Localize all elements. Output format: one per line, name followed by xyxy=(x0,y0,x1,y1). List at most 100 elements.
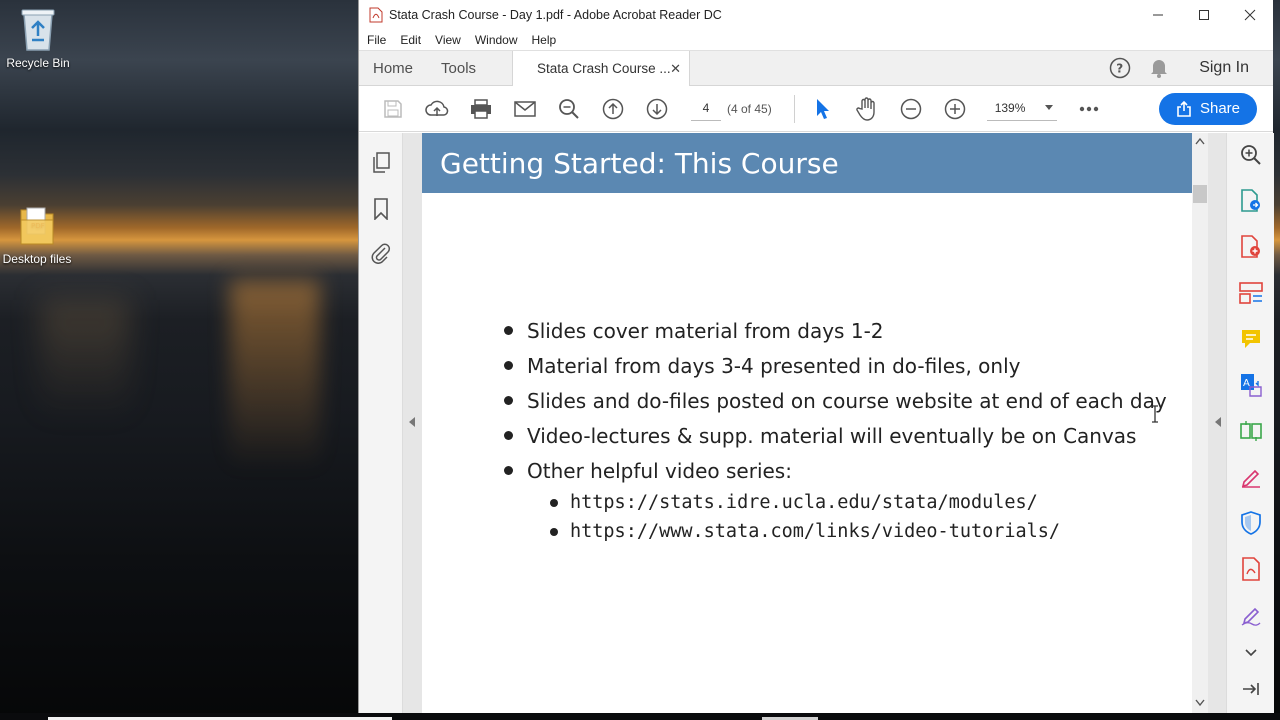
svg-text:A: A xyxy=(1243,378,1250,389)
desktop-icon-desktop-files[interactable]: PDF Desktop files xyxy=(0,204,77,266)
scroll-down-icon[interactable] xyxy=(1195,699,1205,707)
create-pdf-button[interactable] xyxy=(1237,233,1265,261)
close-window-button[interactable] xyxy=(1227,0,1273,30)
bookmarks-button[interactable] xyxy=(367,195,395,223)
bullet-text: Other helpful video series: xyxy=(527,458,792,483)
search-tool-button[interactable] xyxy=(1237,141,1265,169)
close-tab-icon[interactable]: ✕ xyxy=(670,61,681,77)
svg-text:?: ? xyxy=(1116,62,1123,76)
collapse-tools-pane-button[interactable] xyxy=(1237,675,1265,703)
text-cursor-icon xyxy=(1152,405,1158,423)
acrobat-pdf-icon xyxy=(369,7,383,23)
zoom-in-button[interactable] xyxy=(933,89,977,129)
scrollbar-thumb[interactable] xyxy=(1193,185,1207,203)
upload-cloud-button[interactable] xyxy=(415,89,459,129)
sign-in-link[interactable]: Sign In xyxy=(1199,59,1249,77)
zoom-out-button[interactable] xyxy=(889,89,933,129)
tab-bar: Home Tools Stata Crash Course ... ✕ ? Si… xyxy=(359,50,1273,86)
recycle-bin-icon xyxy=(21,9,55,51)
comment-icon xyxy=(1242,330,1260,348)
request-signature-button[interactable] xyxy=(1237,601,1265,629)
minimize-button[interactable] xyxy=(1135,0,1181,30)
envelope-icon xyxy=(514,100,536,117)
create-pdf-icon xyxy=(1241,235,1260,258)
export-pdf-button[interactable] xyxy=(1237,187,1265,215)
url-text[interactable]: https://stats.idre.ucla.edu/stata/module… xyxy=(570,492,1038,513)
tab-home[interactable]: Home xyxy=(359,51,427,85)
signature-pen-icon xyxy=(1241,607,1261,626)
arrow-up-circle-icon xyxy=(602,98,624,119)
attachments-button[interactable] xyxy=(367,239,395,267)
find-button[interactable] xyxy=(547,89,591,129)
bullet-text: Material from days 3-4 presented in do-f… xyxy=(527,353,1021,378)
menu-help[interactable]: Help xyxy=(532,33,557,47)
collapse-left-pane-icon[interactable] xyxy=(407,415,417,429)
zoom-level-value: 139% xyxy=(994,101,1026,115)
more-icon xyxy=(1079,106,1098,111)
url-text[interactable]: https://www.stata.com/links/video-tutori… xyxy=(570,521,1060,542)
protect-button[interactable] xyxy=(1237,509,1265,537)
page-count-label: (4 of 45) xyxy=(727,101,772,116)
hand-tool-button[interactable] xyxy=(845,89,889,129)
sub-list-item: https://stats.idre.ucla.edu/stata/module… xyxy=(550,488,1184,517)
menu-file[interactable]: File xyxy=(367,33,386,47)
help-icon[interactable]: ? xyxy=(1109,57,1131,79)
more-tools-expand-button[interactable] xyxy=(1237,639,1265,667)
more-tools-button[interactable] xyxy=(1067,89,1111,129)
slide-bullet-list: Slides cover material from days 1-2 Mate… xyxy=(504,313,1184,546)
menu-edit[interactable]: Edit xyxy=(400,33,421,47)
page-thumbnails-button[interactable] xyxy=(367,149,395,177)
tab-tools[interactable]: Tools xyxy=(427,51,490,85)
bullet-dot xyxy=(504,466,513,475)
convert-button[interactable]: A xyxy=(1237,371,1265,399)
save-button[interactable] xyxy=(371,89,415,129)
collapse-right-pane-icon[interactable] xyxy=(1213,415,1223,429)
right-tools-pane: A xyxy=(1226,133,1274,713)
fill-sign-button[interactable] xyxy=(1237,463,1265,491)
cloud-upload-icon xyxy=(425,100,449,116)
hand-icon xyxy=(856,96,875,121)
page-number-input[interactable]: 4 xyxy=(691,97,721,121)
menu-bar: File Edit View Window Help xyxy=(359,30,1273,50)
zoom-level-select[interactable]: 139% xyxy=(986,97,1057,121)
export-pdf-icon xyxy=(1241,189,1260,212)
menu-view[interactable]: View xyxy=(435,33,461,47)
select-tool-button[interactable] xyxy=(801,89,845,129)
folder-pdf-icon: PDF xyxy=(20,207,54,245)
acrobat-pdf-tool-button[interactable] xyxy=(1237,555,1265,583)
organize-pages-icon xyxy=(1240,421,1262,441)
tab-document[interactable]: Stata Crash Course ... ✕ xyxy=(512,51,691,86)
print-button[interactable] xyxy=(459,89,503,129)
pdf-page: Getting Started: This Course Slides cove… xyxy=(422,133,1192,713)
recycle-bin-label: Recycle Bin xyxy=(6,56,70,70)
sunset-reflection xyxy=(230,280,320,470)
plus-circle-icon xyxy=(944,98,965,119)
scroll-up-icon[interactable] xyxy=(1195,137,1205,145)
minus-circle-icon xyxy=(900,98,921,119)
bullet-dot xyxy=(550,527,558,536)
slide-title: Getting Started: This Course xyxy=(422,133,1192,193)
list-item: Slides and do-files posted on course web… xyxy=(504,383,1184,418)
close-icon xyxy=(1244,9,1256,21)
maximize-button[interactable] xyxy=(1181,0,1227,30)
copy-pages-icon xyxy=(373,152,390,173)
chevron-down-icon xyxy=(1245,649,1257,657)
share-button[interactable]: Share xyxy=(1159,92,1257,125)
minimize-icon xyxy=(1153,14,1163,16)
comment-button[interactable] xyxy=(1237,325,1265,353)
next-page-button[interactable] xyxy=(635,89,679,129)
bookmark-icon xyxy=(374,198,388,220)
previous-page-button[interactable] xyxy=(591,89,635,129)
organize-pages-button[interactable] xyxy=(1237,417,1265,445)
menu-window[interactable]: Window xyxy=(475,33,518,47)
edit-pdf-button[interactable] xyxy=(1237,279,1265,307)
vertical-scrollbar[interactable] xyxy=(1192,133,1208,713)
document-tab-label: Stata Crash Course ... xyxy=(537,61,671,76)
bullet-dot xyxy=(504,396,513,405)
list-item: Slides cover material from days 1-2 xyxy=(504,313,1184,348)
bullet-dot xyxy=(504,431,513,440)
bell-icon[interactable] xyxy=(1149,57,1169,79)
list-item: Other helpful video series: xyxy=(504,453,1184,488)
desktop-icon-recycle-bin[interactable]: Recycle Bin xyxy=(0,6,78,70)
email-button[interactable] xyxy=(503,89,547,129)
